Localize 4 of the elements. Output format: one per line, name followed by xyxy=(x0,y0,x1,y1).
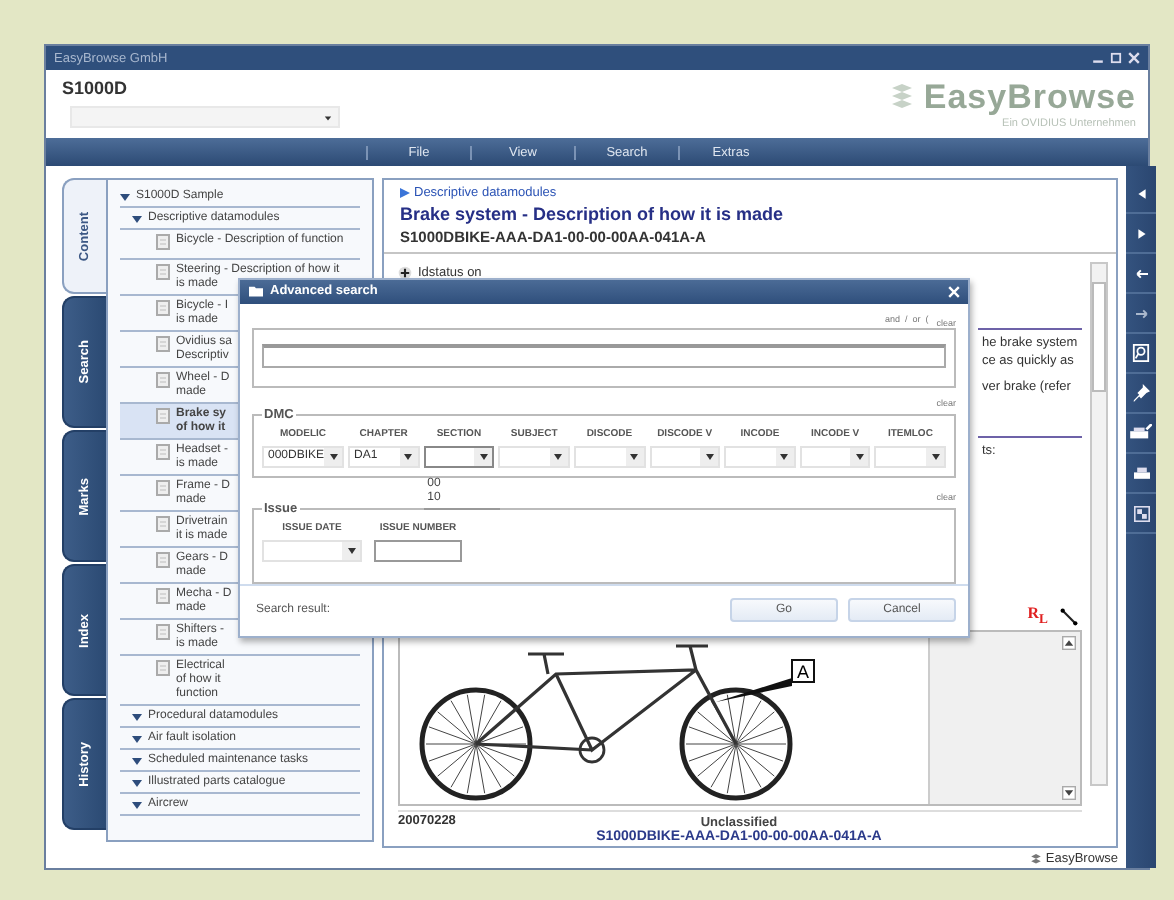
document-title: Brake system - Description of how it is made xyxy=(400,204,786,224)
callout-label: A xyxy=(797,662,810,682)
product-name: S1000D xyxy=(62,78,130,98)
logo-text: EasyBrowse xyxy=(923,78,1136,118)
